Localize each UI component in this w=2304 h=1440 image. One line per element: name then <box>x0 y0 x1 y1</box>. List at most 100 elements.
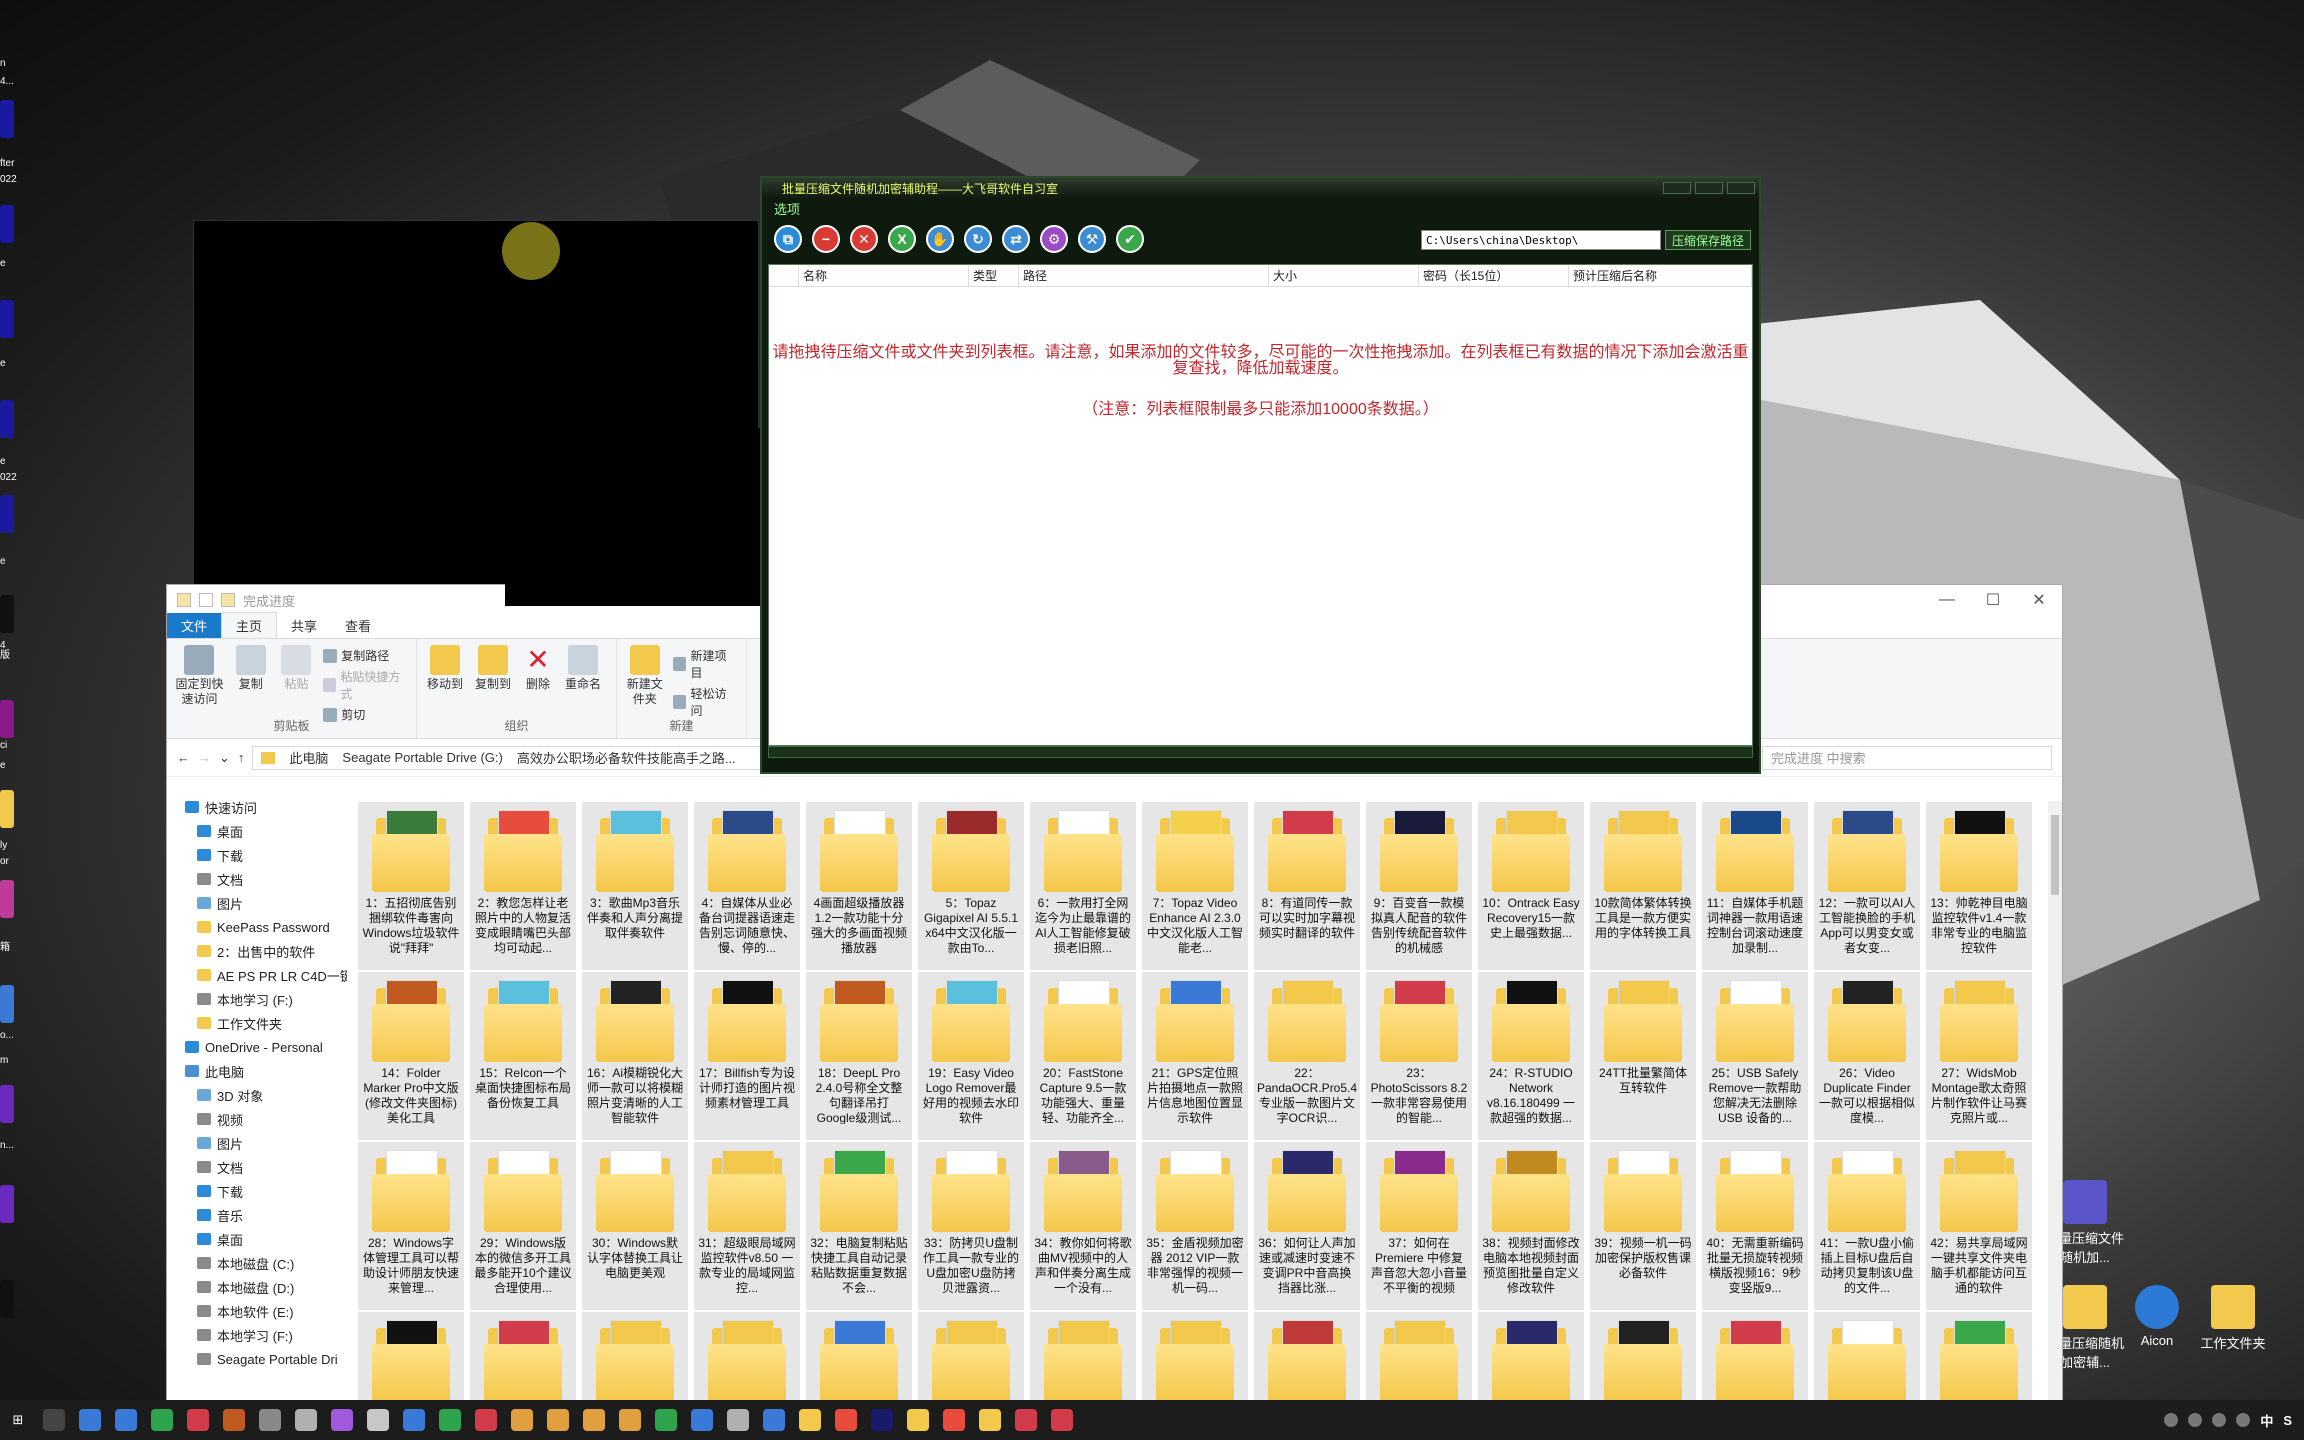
file-tile[interactable]: 15：ReIcon一个桌面快捷图标布局备份恢复工具 <box>469 971 577 1141</box>
input-method-indicator[interactable]: 中 <box>2260 1411 2273 1430</box>
desktop-app-icon[interactable] <box>0 595 14 633</box>
nav-item[interactable]: 本地磁盘 (C:) <box>167 1251 347 1275</box>
nav-item[interactable]: 本地学习 (F:) <box>167 1323 347 1347</box>
file-tile[interactable]: 40：无需重新编码批量无损旋转视频横版视频16：9秒变竖版9... <box>1701 1141 1809 1311</box>
taskbar-app-icon[interactable] <box>864 1400 900 1440</box>
taskbar-app-icon[interactable] <box>396 1400 432 1440</box>
column-header[interactable]: 密码（长15位） <box>1419 265 1569 286</box>
copy-path-button[interactable]: 复制路径 <box>323 647 408 664</box>
file-tile[interactable]: 23：PhotoScissors 8.2 一款非常容易使用的智能... <box>1365 971 1473 1141</box>
file-tile[interactable]: 4画面超级播放器1.2一款功能十分强大的多画面视频播放器 <box>805 801 913 971</box>
easy-access-button[interactable]: 轻松访问 <box>672 685 738 719</box>
file-tile[interactable] <box>1141 1311 1249 1401</box>
nav-item[interactable]: 快速访问 <box>167 795 347 819</box>
taskbar-app-icon[interactable] <box>252 1400 288 1440</box>
file-tile[interactable]: 39：视频一机一码加密保护版权售课必备软件 <box>1589 1141 1697 1311</box>
file-tile[interactable]: 6：一款用打全网迄今为止最靠谱的AI人工智能修复破损老旧照... <box>1029 801 1137 971</box>
file-tile[interactable] <box>1589 1311 1697 1401</box>
file-tile[interactable]: 2：教您怎样让老照片中的人物复活变成眼睛嘴巴头部均可动起... <box>469 801 577 971</box>
shuffle-icon[interactable]: ⇄ <box>1002 225 1030 253</box>
nav-item[interactable]: 视频 <box>167 1107 347 1131</box>
forward-icon[interactable]: → <box>198 750 211 765</box>
nav-item[interactable]: 图片 <box>167 891 347 915</box>
column-header[interactable]: 大小 <box>1269 265 1419 286</box>
menu-options[interactable]: 选项 <box>762 198 1759 218</box>
nav-item[interactable]: 工作文件夹 <box>167 1011 347 1035</box>
file-tile[interactable]: 42：易共享局域网一键共享文件夹电脑手机都能访问互通的软件 <box>1925 1141 2033 1311</box>
file-tile[interactable]: 3：歌曲Mp3音乐伴奏和人声分离提取伴奏软件 <box>581 801 689 971</box>
file-tile[interactable]: 30：Windows默认字体替换工具让电脑更美观 <box>581 1141 689 1311</box>
column-header[interactable]: 名称 <box>799 265 969 286</box>
desktop-app-icon[interactable] <box>0 300 14 338</box>
copy-icon[interactable]: ⧉ <box>774 225 802 253</box>
new-folder-icon[interactable] <box>221 593 235 607</box>
file-tile[interactable]: 5：Topaz Gigapixel AI 5.5.1 x64中文汉化版一款由To… <box>917 801 1025 971</box>
desktop-app-icon[interactable] <box>0 790 14 828</box>
file-tile[interactable]: 22：PandaOCR.Pro5.4专业版一款图片文字OCR识... <box>1253 971 1361 1141</box>
nav-item[interactable]: 此电脑 <box>167 1059 347 1083</box>
file-tile[interactable] <box>1029 1311 1137 1401</box>
file-list[interactable]: 名称 类型 路径 大小 密码（长15位） 预计压缩后名称 请拖拽待压缩文件或文件… <box>768 264 1753 746</box>
taskbar-app-icon[interactable] <box>468 1400 504 1440</box>
file-tile[interactable]: 14：Folder Marker Pro中文版(修改文件夹图标)美化工具 <box>357 971 465 1141</box>
taskbar-app-icon[interactable] <box>936 1400 972 1440</box>
ime-icon[interactable]: S <box>2283 1413 2292 1428</box>
desktop-icon-work-folder[interactable]: 工作文件夹 <box>2188 1285 2278 1352</box>
taskbar-app-icon[interactable] <box>504 1400 540 1440</box>
volume-icon[interactable] <box>2236 1413 2251 1427</box>
taskbar-app-icon[interactable] <box>648 1400 684 1440</box>
file-tile[interactable]: 12：一款可以AI人工智能换脸的手机App可以男变女或者女变... <box>1813 801 1921 971</box>
column-header[interactable]: 类型 <box>969 265 1019 286</box>
column-header[interactable]: 路径 <box>1019 265 1269 286</box>
nav-item[interactable]: Seagate Portable Dri <box>167 1347 347 1371</box>
file-tile[interactable]: 29：Windows版本的微信多开工具最多能开10个建议合理使用... <box>469 1141 577 1311</box>
file-tile[interactable] <box>581 1311 689 1401</box>
settings-icon[interactable]: ⚙ <box>1040 225 1068 253</box>
check-icon[interactable]: ✔ <box>1116 225 1144 253</box>
file-tile[interactable] <box>917 1311 1025 1401</box>
taskbar-app-icon[interactable] <box>180 1400 216 1440</box>
file-tile[interactable]: 18：DeepL Pro 2.4.0号称全文整句翻译吊打Google级测试... <box>805 971 913 1141</box>
file-tile[interactable]: 38：视频封面修改电脑本地视频封面预览图批量自定义修改软件 <box>1477 1141 1585 1311</box>
taskbar-app-icon[interactable] <box>144 1400 180 1440</box>
file-tile[interactable] <box>693 1311 801 1401</box>
file-tile[interactable]: 24：R-STUDIO Network v8.16.180499 一款超强的数据… <box>1477 971 1585 1141</box>
nav-item[interactable]: OneDrive - Personal <box>167 1035 347 1059</box>
taskbar-app-icon[interactable] <box>540 1400 576 1440</box>
nav-item[interactable]: 3D 对象 <box>167 1083 347 1107</box>
breadcrumb-item[interactable]: 高效办公职场必备软件技能高手之路... <box>517 748 736 767</box>
nav-item[interactable]: 桌面 <box>167 819 347 843</box>
taskbar-app-icon[interactable] <box>972 1400 1008 1440</box>
hand-icon[interactable]: ✋ <box>926 225 954 253</box>
nav-item[interactable]: 图片 <box>167 1131 347 1155</box>
network-icon[interactable] <box>2212 1413 2227 1427</box>
tray-icon[interactable] <box>2188 1413 2203 1427</box>
file-tile[interactable]: 21：GPS定位照片拍摄地点一款照片信息地图位置显示软件 <box>1141 971 1249 1141</box>
nav-item[interactable]: KeePass Password <box>167 915 347 939</box>
properties-icon[interactable] <box>199 593 213 607</box>
taskbar-app-icon[interactable] <box>612 1400 648 1440</box>
close-icon[interactable]: ✕ <box>850 225 878 253</box>
nav-item[interactable]: 桌面 <box>167 1227 347 1251</box>
file-tile[interactable]: 24TT批量繁简体互转软件 <box>1589 971 1697 1141</box>
nav-item[interactable]: 本地学习 (F:) <box>167 987 347 1011</box>
breadcrumb-item[interactable]: 此电脑 <box>289 748 328 767</box>
task-view-icon[interactable]: ⊞ <box>0 1400 36 1440</box>
file-tile[interactable] <box>469 1311 577 1401</box>
file-tile[interactable]: 31：超级眼局域网监控软件v8.50 一款专业的局域网监控... <box>693 1141 801 1311</box>
file-tile[interactable]: 26：Video Duplicate Finder一款可以根据相似度模... <box>1813 971 1921 1141</box>
maximize-button[interactable]: ☐ <box>1970 585 2016 615</box>
file-tile[interactable]: 34：教你如何将歌曲MV视频中的人声和伴奏分离生成一个没有... <box>1029 1141 1137 1311</box>
file-tile[interactable] <box>1925 1311 2033 1401</box>
file-tile[interactable]: 41：一款U盘小偷插上目标U盘后自动拷贝复制该U盘的文件... <box>1813 1141 1921 1311</box>
file-tile[interactable] <box>805 1311 913 1401</box>
remove-icon[interactable]: − <box>812 225 840 253</box>
file-tile[interactable]: 37：如何在Premiere 中修复声音忽大忽小音量不平衡的视频 <box>1365 1141 1473 1311</box>
minimize-button[interactable] <box>1663 182 1691 194</box>
desktop-app-icon[interactable] <box>0 100 14 138</box>
file-tile[interactable]: 25：USB Safely Remove一款帮助您解决无法删除USB 设备的..… <box>1701 971 1809 1141</box>
tool-icon[interactable]: ⚒ <box>1078 225 1106 253</box>
taskbar-app-icon[interactable] <box>792 1400 828 1440</box>
nav-item[interactable]: 本地磁盘 (D:) <box>167 1275 347 1299</box>
save-path-button[interactable]: 压缩保存路径 <box>1665 230 1751 250</box>
